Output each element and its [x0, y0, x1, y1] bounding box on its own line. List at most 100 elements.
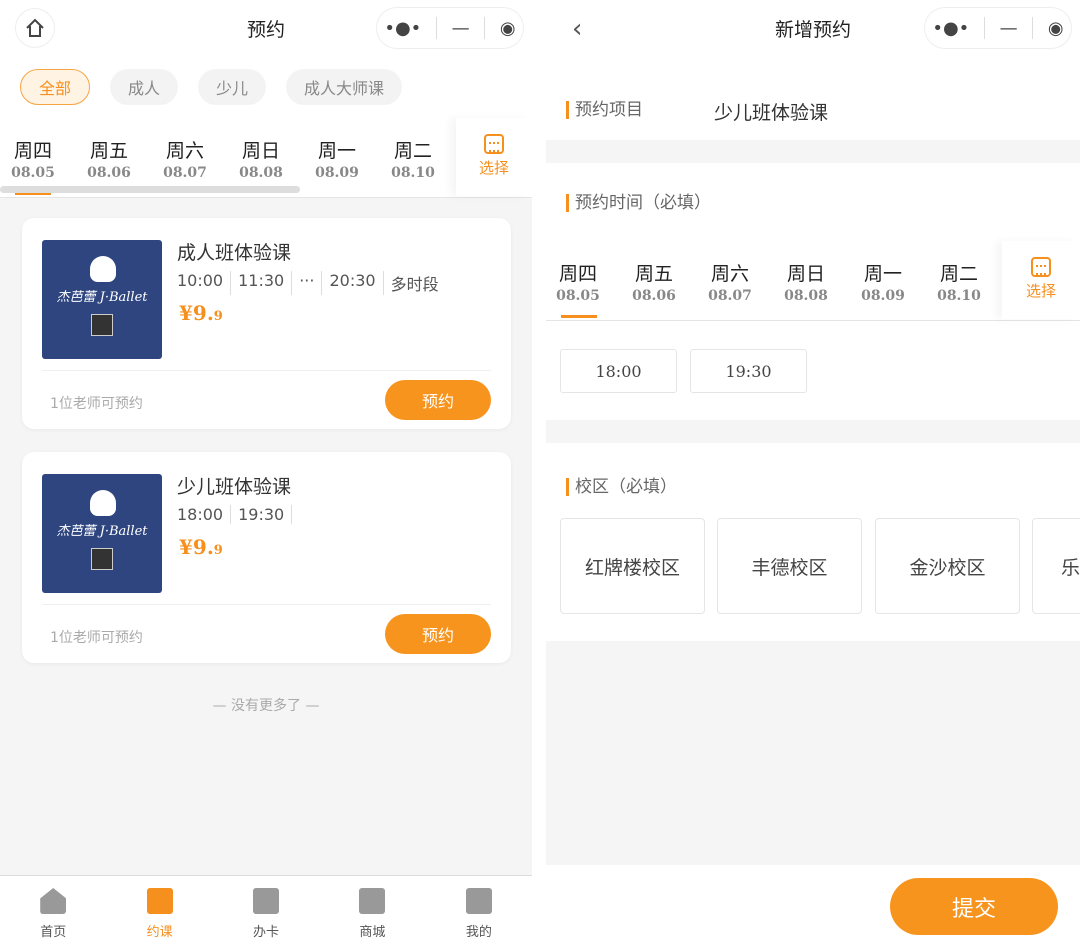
new-booking-screen: ‹ 新增预约 •●• — ◉ 预约项目 少儿班体验课 预约时间（必填） 周四 08…: [546, 0, 1080, 947]
close-icon[interactable]: ◉: [1048, 18, 1064, 39]
day-tab[interactable]: 周四 08.05: [3, 136, 63, 181]
teacher-count: 1位老师可预约: [50, 630, 143, 646]
day-tab[interactable]: 周一 08.09: [307, 136, 367, 181]
tab-card[interactable]: 办卡: [213, 876, 319, 947]
selected-indicator: [561, 315, 597, 318]
date-selector: 周四 08.05 周五 08.06 周六 08.07 周日 08.08 周一 08.09 …: [546, 241, 1080, 321]
more-icon[interactable]: •●•: [932, 18, 969, 39]
profile-icon: [465, 888, 492, 914]
tab-bar: 首页 约课 办卡 商城 我的: [0, 875, 532, 947]
home-icon: [26, 18, 44, 37]
date: 08.05: [556, 288, 600, 304]
date: 08.09: [861, 288, 905, 304]
booking-list-screen: 预约 •●• — ◉ 全部 成人 少儿 成人大师课 周四 08.05 周五 08.0…: [0, 0, 532, 947]
book-button[interactable]: 预约: [385, 380, 491, 420]
horizontal-scrollbar[interactable]: [0, 186, 300, 193]
time: 多时段: [390, 275, 439, 294]
day-tab[interactable]: 周二 08.10: [383, 136, 443, 181]
divider: [42, 604, 491, 605]
date: 08.07: [163, 165, 207, 181]
more-icon[interactable]: •●•: [384, 18, 421, 39]
weekday: 周一: [863, 263, 902, 285]
submit-bar: 提交: [546, 865, 1080, 947]
capsule-menu: •●• — ◉: [376, 7, 524, 49]
course-card[interactable]: 杰芭蕾 J·Ballet 少儿班体验课 18:00 19:30 ¥9.9 1位老师…: [22, 452, 511, 663]
project-value: 少儿班体验课: [714, 102, 829, 124]
weekday: 周日: [241, 140, 280, 162]
teacher-count: 1位老师可预约: [50, 396, 143, 412]
time-slot[interactable]: 18:00: [560, 349, 677, 393]
time-label: 预约时间（必填）: [566, 194, 711, 212]
course-logo: 杰芭蕾 J·Ballet: [42, 240, 162, 359]
submit-button[interactable]: 提交: [890, 878, 1058, 935]
tab-label: 首页: [40, 925, 67, 940]
category-filters: 全部 成人 少儿 成人大师课: [0, 56, 532, 118]
weekday: 周五: [634, 263, 673, 285]
time: 19:30: [231, 505, 293, 524]
date: 08.08: [784, 288, 828, 304]
course-logo: 杰芭蕾 J·Ballet: [42, 474, 162, 593]
weekday: 周六: [165, 140, 204, 162]
price-dec: 9: [213, 309, 223, 324]
price-int: ¥9.: [179, 301, 214, 325]
price: ¥9.9: [179, 301, 223, 325]
minimize-icon[interactable]: —: [1000, 18, 1018, 39]
home-button[interactable]: [15, 8, 55, 48]
course-card[interactable]: 杰芭蕾 J·Ballet 成人班体验课 10:00 11:30 ··· 20:30 多时…: [22, 218, 511, 429]
campus-option[interactable]: 丰德校区: [717, 518, 862, 614]
campus-option[interactable]: 金沙校区: [875, 518, 1020, 614]
date: 08.07: [708, 288, 752, 304]
calendar-pick-button[interactable]: 选择: [456, 118, 532, 196]
time: 18:00: [177, 505, 232, 524]
weekday: 周一: [317, 140, 356, 162]
weekday: 周六: [710, 263, 749, 285]
filter-masterclass[interactable]: 成人大师课: [286, 69, 403, 105]
weekday: 周二: [939, 263, 978, 285]
time-section: 预约时间（必填） 周四 08.05 周五 08.06 周六 08.07 周日 08.08…: [546, 163, 1080, 420]
back-icon[interactable]: ‹: [572, 14, 582, 44]
date: 08.10: [391, 165, 435, 181]
day-tab[interactable]: 周一 08.09: [853, 259, 913, 304]
day-tab[interactable]: 周日 08.08: [231, 136, 291, 181]
time-slot[interactable]: 19:30: [690, 349, 807, 393]
campus-option[interactable]: 乐: [1032, 518, 1080, 614]
day-tab[interactable]: 周六 08.07: [700, 259, 760, 304]
tab-booking[interactable]: 约课: [106, 876, 212, 947]
tab-label: 约课: [146, 925, 173, 940]
date: 08.05: [11, 165, 55, 181]
tab-label: 我的: [465, 925, 492, 940]
tab-mine[interactable]: 我的: [426, 876, 532, 947]
filter-adult[interactable]: 成人: [110, 69, 179, 105]
home-icon: [40, 888, 67, 914]
calendar-pick-button[interactable]: 选择: [1002, 241, 1080, 319]
project-section: 预约项目 少儿班体验课: [546, 56, 1080, 140]
time: 10:00: [177, 271, 232, 295]
weekday: 周五: [89, 140, 128, 162]
weekday: 周四: [13, 140, 52, 162]
tab-shop[interactable]: 商城: [319, 876, 425, 947]
filter-all[interactable]: 全部: [20, 69, 91, 105]
capsule-menu: •●• — ◉: [924, 7, 1072, 49]
time: ···: [292, 271, 323, 295]
minimize-icon[interactable]: —: [452, 18, 470, 39]
book-button[interactable]: 预约: [385, 614, 491, 654]
day-tab[interactable]: 周二 08.10: [929, 259, 989, 304]
day-tab[interactable]: 周六 08.07: [155, 136, 215, 181]
date: 08.06: [632, 288, 676, 304]
tab-home[interactable]: 首页: [0, 876, 106, 947]
day-tab[interactable]: 周四 08.05: [548, 259, 608, 304]
day-tab[interactable]: 周日 08.08: [776, 259, 836, 304]
campus-option[interactable]: 红牌楼校区: [560, 518, 705, 614]
time-list: 18:00 19:30: [177, 505, 293, 524]
date: 08.06: [87, 165, 131, 181]
calendar-check-icon: [146, 888, 173, 914]
date: 08.08: [239, 165, 283, 181]
day-tab[interactable]: 周五 08.06: [79, 136, 139, 181]
course-title: 成人班体验课: [177, 242, 292, 264]
close-icon[interactable]: ◉: [500, 18, 516, 39]
weekday: 周二: [393, 140, 432, 162]
card-icon: [253, 888, 280, 914]
project-label: 预约项目: [566, 101, 643, 119]
filter-kids[interactable]: 少儿: [198, 69, 267, 105]
day-tab[interactable]: 周五 08.06: [624, 259, 684, 304]
